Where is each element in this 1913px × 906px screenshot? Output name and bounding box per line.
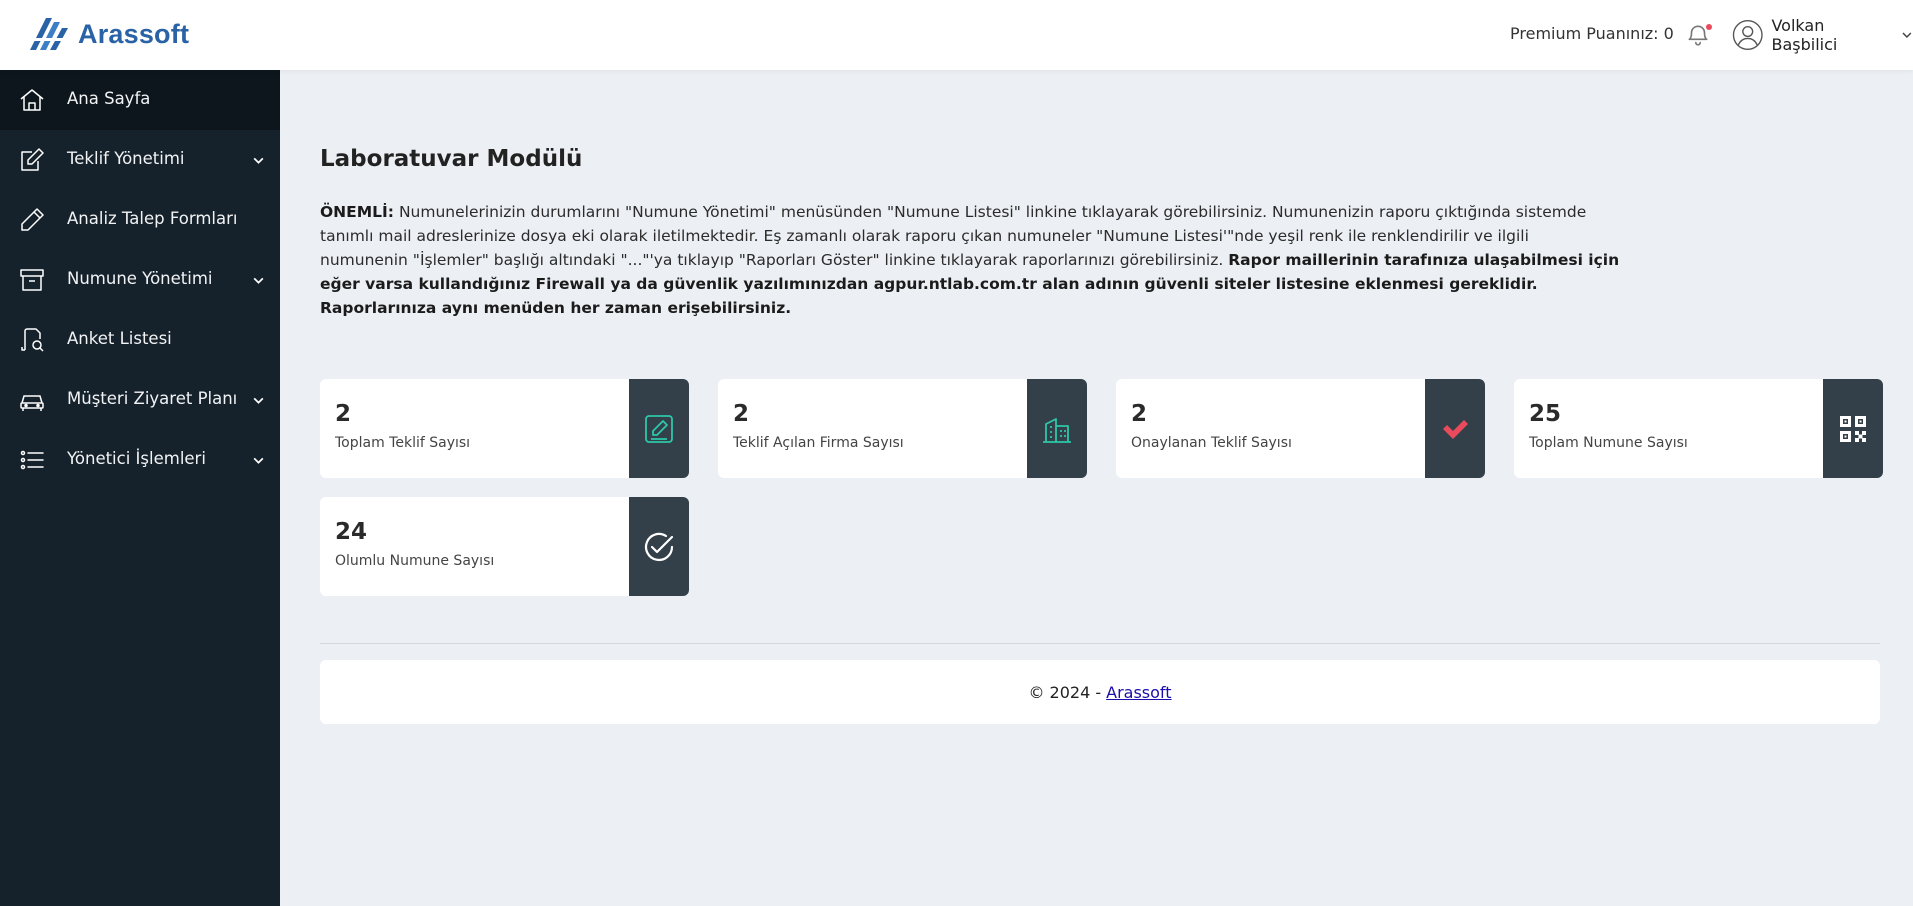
brand-name: Arassoft (78, 18, 190, 49)
stat-card-toplam-teklif[interactable]: 2 Toplam Teklif Sayısı (320, 379, 689, 478)
stat-value: 24 (335, 519, 368, 545)
notice-prefix: ÖNEMLİ: (320, 203, 395, 221)
sidebar-item-anket-listesi[interactable]: Anket Listesi (0, 310, 280, 370)
sidebar-item-musteri-ziyaret-plani[interactable]: Müşteri Ziyaret Planı (0, 370, 280, 430)
brand-logo[interactable]: Arassoft (28, 14, 189, 54)
sidebar-item-label: Numune Yönetimi (67, 269, 213, 288)
sidebar-item-yonetici-islemleri[interactable]: Yönetici İşlemleri (0, 430, 280, 490)
sidebar-item-ana-sayfa[interactable]: Ana Sayfa (0, 70, 280, 130)
check-icon (1443, 419, 1468, 439)
survey-document-icon (21, 328, 44, 352)
stat-icon-panel (629, 497, 689, 596)
qr-code-icon (1840, 415, 1866, 442)
stat-icon-panel (629, 379, 689, 478)
sidebar-item-numune-yonetimi[interactable]: Numune Yönetimi (0, 250, 280, 310)
stat-card-olumlu-numune[interactable]: 24 Olumlu Numune Sayısı (320, 497, 689, 596)
sidebar-item-teklif-yonetimi[interactable]: Teklif Yönetimi (0, 130, 280, 190)
stat-value: 2 (733, 401, 750, 427)
user-menu[interactable]: Volkan Başbilici (1732, 16, 1913, 54)
sidebar-item-label: Yönetici İşlemleri (67, 449, 206, 468)
list-icon (20, 450, 44, 470)
edit-icon (645, 414, 673, 443)
stat-icon-panel (1425, 379, 1485, 478)
notification-dot (1706, 24, 1712, 30)
sidebar-item-label: Müşteri Ziyaret Planı (67, 389, 238, 408)
stat-label: Onaylanan Teklif Sayısı (1131, 435, 1292, 451)
car-icon (20, 395, 44, 411)
stat-label: Olumlu Numune Sayısı (335, 553, 495, 569)
chevron-down-icon (253, 397, 264, 404)
stat-label: Teklif Açılan Firma Sayısı (733, 435, 904, 451)
sidebar-item-label: Ana Sayfa (67, 89, 151, 108)
stat-icon-panel (1027, 379, 1087, 478)
check-circle-icon (644, 532, 674, 561)
building-icon (1043, 417, 1071, 443)
top-header: Arassoft Premium Puanınız: 0 Volkan Başb… (0, 0, 1913, 70)
chevron-down-icon (253, 157, 264, 164)
stat-value: 2 (335, 401, 352, 427)
stat-value: 25 (1529, 401, 1562, 427)
pencil-icon (21, 208, 44, 231)
sidebar-item-label: Anket Listesi (67, 329, 172, 348)
stat-card-teklif-acilan-firma[interactable]: 2 Teklif Açılan Firma Sayısı (718, 379, 1087, 478)
footer: © 2024 - Arassoft (320, 660, 1880, 724)
home-icon (20, 89, 44, 111)
page-title: Laboratuvar Modülü (320, 146, 583, 172)
footer-brand-link[interactable]: Arassoft (1106, 683, 1171, 702)
sidebar-item-label: Analiz Talep Formları (67, 209, 238, 228)
stat-value: 2 (1131, 401, 1148, 427)
stat-label: Toplam Teklif Sayısı (335, 435, 471, 451)
chevron-down-icon (253, 457, 264, 464)
chevron-down-icon (253, 277, 264, 284)
main-content: Laboratuvar Modülü ÖNEMLİ: Numuneleriniz… (280, 70, 1913, 906)
stat-label: Toplam Numune Sayısı (1529, 435, 1688, 451)
archive-box-icon (20, 269, 44, 291)
user-name: Volkan Başbilici (1771, 16, 1838, 54)
sidebar-item-analiz-talep-formlari[interactable]: Analiz Talep Formları (0, 190, 280, 250)
sidebar: Ana Sayfa Teklif Yönetimi Analiz Talep F… (0, 70, 280, 906)
premium-points: Premium Puanınız: 0 (1510, 24, 1674, 43)
logo-icon (30, 18, 72, 50)
stat-card-toplam-numune[interactable]: 25 Toplam Numune Sayısı (1514, 379, 1883, 478)
chevron-down-icon (1902, 32, 1912, 39)
sidebar-item-label: Teklif Yönetimi (67, 149, 185, 168)
edit-document-icon (21, 148, 44, 171)
stat-icon-panel (1823, 379, 1883, 478)
user-avatar-icon (1732, 20, 1763, 50)
stat-card-onaylanan-teklif[interactable]: 2 Onaylanan Teklif Sayısı (1116, 379, 1485, 478)
footer-copyright: © 2024 - (1028, 682, 1102, 702)
important-notice: ÖNEMLİ: Numunelerinizin durumlarını "Num… (320, 200, 1620, 320)
content-divider (320, 643, 1880, 644)
